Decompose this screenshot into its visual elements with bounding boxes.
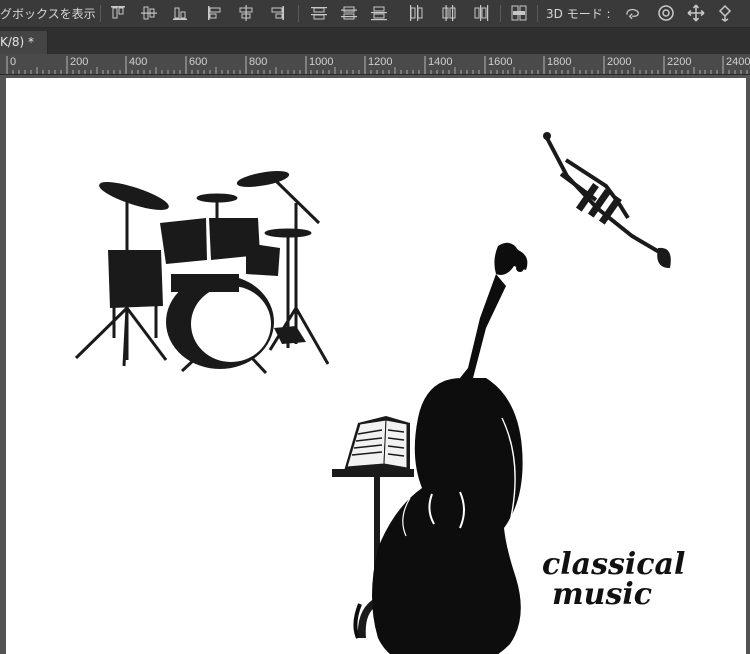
align-top-edges-icon[interactable] — [109, 4, 127, 22]
distribute-top-icon[interactable] — [310, 4, 328, 22]
distribute-horizontal-centers-icon[interactable] — [440, 4, 458, 22]
classical-music-caption: classical music — [542, 547, 686, 612]
options-bar: グボックスを表示 3D モード : — [0, 0, 750, 28]
drum-kit-illustration — [74, 171, 330, 375]
ruler-label: 800 — [249, 56, 267, 68]
rotate-3d-icon[interactable] — [624, 4, 646, 22]
distribute-right-icon[interactable] — [472, 4, 490, 22]
separator — [537, 5, 538, 22]
distribute-vertical-centers-icon[interactable] — [340, 4, 358, 22]
ruler-label: 1000 — [309, 56, 333, 68]
separator — [298, 5, 299, 22]
ruler-label: 200 — [70, 56, 88, 68]
align-bottom-edges-icon[interactable] — [171, 4, 189, 22]
ruler-label: 1800 — [547, 56, 571, 68]
ruler-label: 400 — [129, 56, 147, 68]
auto-align-layers-icon[interactable] — [510, 4, 528, 22]
caption-line-2: music — [551, 577, 653, 612]
align-left-edges-icon[interactable] — [206, 4, 224, 22]
slide-3d-icon[interactable] — [716, 4, 734, 22]
pan-3d-icon[interactable] — [687, 4, 705, 22]
align-horizontal-centers-icon[interactable] — [237, 4, 255, 22]
roll-3d-icon[interactable] — [657, 4, 675, 22]
mode-3d-label: 3D モード : — [546, 7, 611, 21]
ruler-label: 1400 — [428, 56, 452, 68]
ruler-label: 600 — [189, 56, 207, 68]
separator — [500, 5, 501, 22]
ruler-label: 1600 — [488, 56, 512, 68]
ruler-label: 2000 — [607, 56, 631, 68]
align-right-edges-icon[interactable] — [268, 4, 286, 22]
trumpet-illustration — [543, 132, 671, 268]
distribute-left-icon[interactable] — [407, 4, 425, 22]
document-tab-label: K/8) * — [0, 35, 35, 49]
ruler-label: 0 — [10, 56, 16, 68]
caption-line-1: classical — [542, 547, 686, 582]
ruler-label: 2400 — [726, 56, 750, 68]
document-tab[interactable]: K/8) * — [0, 31, 48, 54]
ruler-label: 2200 — [667, 56, 691, 68]
distribute-bottom-icon[interactable] — [370, 4, 388, 22]
align-vertical-centers-icon[interactable] — [140, 4, 158, 22]
separator — [100, 5, 101, 22]
ruler-label: 1200 — [368, 56, 392, 68]
canvas-area[interactable]: classical music — [0, 75, 750, 654]
document-canvas[interactable]: classical music — [6, 78, 746, 654]
document-tab-bar: K/8) * — [0, 28, 750, 54]
show-bounding-box-label[interactable]: グボックスを表示 — [0, 5, 96, 22]
horizontal-ruler[interactable]: 0 200 400 600 800 1000 1200 1400 1600 1800 2000 220… — [0, 54, 750, 75]
